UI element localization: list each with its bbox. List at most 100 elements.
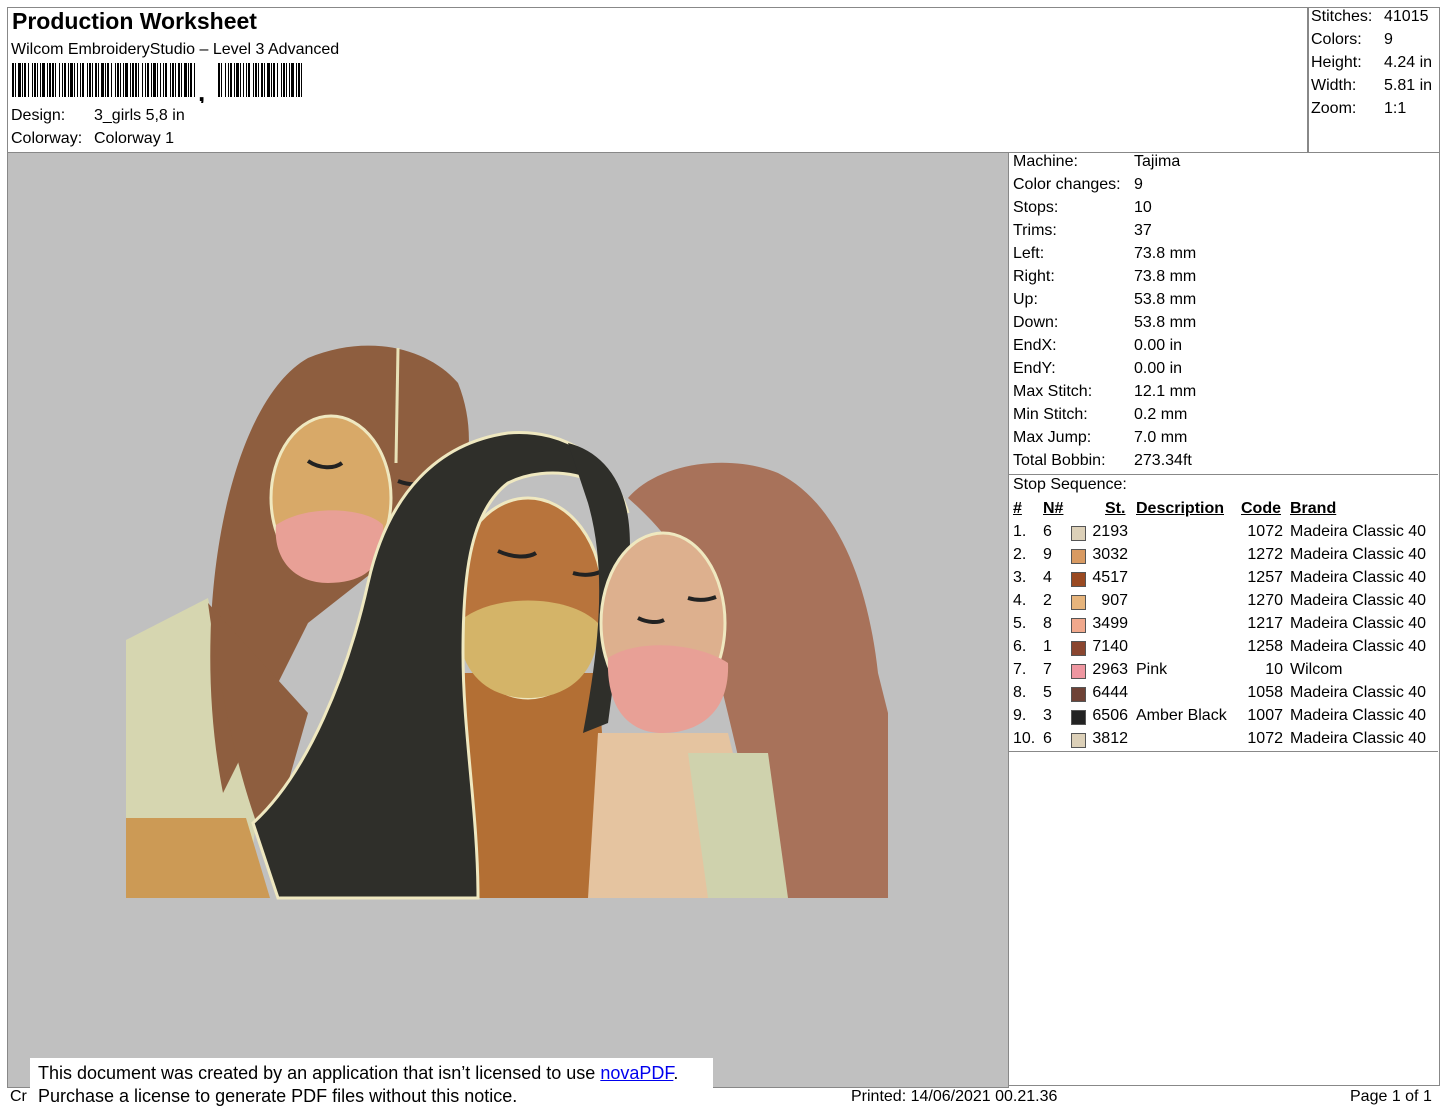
row-brand: Madeira Classic 40: [1290, 707, 1427, 724]
prop-value: 10: [1134, 199, 1152, 216]
row-num: 3.: [1013, 569, 1027, 586]
colorway-value: Colorway 1: [94, 130, 175, 147]
row-num: 8.: [1013, 684, 1027, 701]
row-num: 9.: [1013, 707, 1027, 724]
row-brand: Wilcom: [1290, 661, 1343, 678]
prop-value: 9: [1134, 176, 1143, 193]
color-swatch: [1071, 641, 1086, 656]
row-code: 1007: [1247, 707, 1283, 724]
page-number: Page 1 of 1: [1350, 1088, 1432, 1105]
row-needle: 9: [1043, 546, 1052, 563]
row-brand: Madeira Classic 40: [1290, 592, 1427, 609]
summary-colors-value: 9: [1384, 31, 1393, 48]
row-needle: 4: [1043, 569, 1052, 586]
prop-value: 37: [1134, 222, 1152, 239]
row-stitches: 3812: [1092, 730, 1128, 747]
row-brand: Madeira Classic 40: [1290, 638, 1427, 655]
row-brand: Madeira Classic 40: [1290, 546, 1427, 563]
prop-label: Max Jump:: [1013, 429, 1092, 446]
row-code: 1217: [1247, 615, 1283, 632]
color-swatch: [1071, 572, 1086, 587]
row-brand: Madeira Classic 40: [1290, 730, 1427, 747]
row-stitches: 907: [1101, 592, 1128, 609]
summary-width-label: Width:: [1311, 77, 1357, 94]
row-num: 2.: [1013, 546, 1027, 563]
row-num: 10.: [1013, 730, 1036, 747]
prop-value: 12.1 mm: [1134, 383, 1197, 400]
notice-line2: Purchase a license to generate PDF files…: [38, 1086, 518, 1106]
barcode-image: ,: [12, 63, 302, 103]
row-needle: 5: [1043, 684, 1052, 701]
summary-stitches-label: Stitches:: [1311, 8, 1373, 25]
col-desc-header: Description: [1136, 500, 1225, 517]
prop-value: 73.8 mm: [1134, 245, 1197, 262]
color-swatch: [1071, 687, 1086, 702]
prop-value: 73.8 mm: [1134, 268, 1197, 285]
row-code: 1072: [1247, 730, 1283, 747]
summary-stitches-value: 41015: [1384, 8, 1429, 25]
design-value: 3_girls 5,8 in: [94, 107, 185, 124]
row-num: 5.: [1013, 615, 1027, 632]
color-swatch: [1071, 526, 1086, 541]
row-num: 6.: [1013, 638, 1027, 655]
color-swatch: [1071, 710, 1086, 725]
col-brand-header: Brand: [1290, 500, 1337, 517]
row-stitches: 2963: [1092, 661, 1128, 678]
prop-label: Down:: [1013, 314, 1059, 331]
row-stitches: 3499: [1092, 615, 1128, 632]
prop-label: Max Stitch:: [1013, 383, 1093, 400]
prop-label: Color changes:: [1013, 176, 1121, 193]
prop-label: Right:: [1013, 268, 1055, 285]
row-code: 10: [1265, 661, 1283, 678]
row-num: 7.: [1013, 661, 1027, 678]
prop-label: EndY:: [1013, 360, 1056, 377]
col-n-header: N#: [1043, 500, 1064, 517]
row-code: 1272: [1247, 546, 1283, 563]
embroidery-design-image: [126, 345, 888, 900]
color-swatch: [1071, 549, 1086, 564]
printed-date: Printed: 14/06/2021 00.21.36: [851, 1088, 1058, 1105]
notice-line1: This document was created by an applicat…: [38, 1063, 601, 1083]
row-brand: Madeira Classic 40: [1290, 569, 1427, 586]
col-st-header: St.: [1105, 500, 1126, 517]
row-brand: Madeira Classic 40: [1290, 684, 1427, 701]
stop-sequence-title: Stop Sequence:: [1013, 476, 1127, 493]
row-stitches: 4517: [1092, 569, 1128, 586]
row-code: 1072: [1247, 523, 1283, 540]
license-notice: This document was created by an applicat…: [30, 1058, 713, 1113]
prop-label: Left:: [1013, 245, 1045, 262]
row-brand: Madeira Classic 40: [1290, 523, 1427, 540]
row-needle: 6: [1043, 523, 1052, 540]
row-num: 4.: [1013, 592, 1027, 609]
software-name: Wilcom EmbroideryStudio – Level 3 Advanc…: [11, 41, 340, 58]
prop-label: EndX:: [1013, 337, 1057, 354]
summary-colors-label: Colors:: [1311, 31, 1362, 48]
novapdf-link[interactable]: novaPDF: [600, 1063, 673, 1083]
row-code: 1058: [1247, 684, 1283, 701]
row-needle: 8: [1043, 615, 1052, 632]
prop-value: 53.8 mm: [1134, 291, 1197, 308]
row-stitches: 7140: [1092, 638, 1128, 655]
color-swatch: [1071, 733, 1086, 748]
color-swatch: [1071, 664, 1086, 679]
row-needle: 1: [1043, 638, 1052, 655]
prop-label: Total Bobbin:: [1013, 452, 1106, 469]
prop-label: Machine:: [1013, 153, 1078, 170]
row-description: Amber Black: [1136, 707, 1227, 724]
summary-height-value: 4.24 in: [1384, 54, 1433, 71]
design-preview: [7, 152, 1009, 1088]
summary-zoom-label: Zoom:: [1311, 100, 1357, 117]
row-stitches: 6506: [1092, 707, 1128, 724]
summary-height-label: Height:: [1311, 54, 1362, 71]
prop-label: Trims:: [1013, 222, 1057, 239]
col-num-header: #: [1013, 500, 1022, 517]
summary-zoom-value: 1:1: [1384, 100, 1407, 117]
notice-line1-end: .: [673, 1063, 679, 1083]
prop-value: Tajima: [1134, 153, 1181, 170]
row-stitches: 3032: [1092, 546, 1128, 563]
color-swatch: [1071, 618, 1086, 633]
row-stitches: 6444: [1092, 684, 1128, 701]
colorway-label: Colorway:: [11, 130, 83, 147]
prop-value: 0.00 in: [1134, 360, 1183, 377]
row-needle: 6: [1043, 730, 1052, 747]
